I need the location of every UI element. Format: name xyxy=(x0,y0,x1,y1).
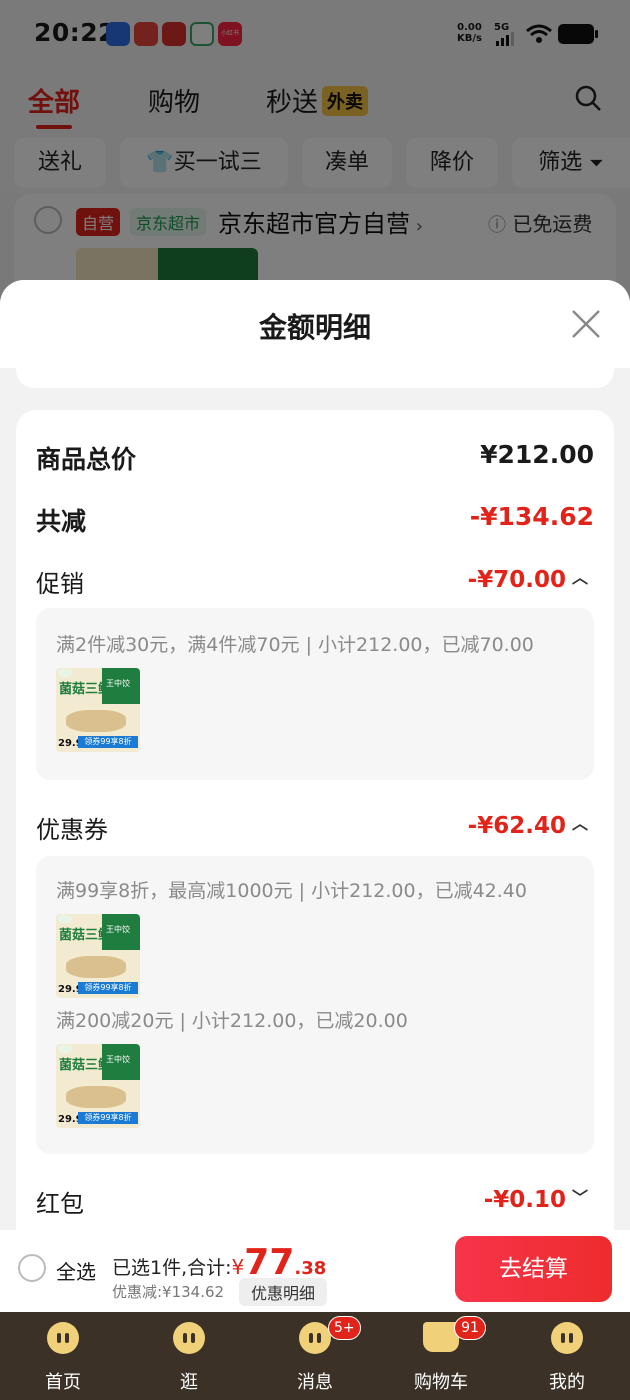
promo-detail: 满2件减30元，满4件减70元 | 小计212.00，已减70.00 菌菇三鲜 … xyxy=(36,608,594,780)
total-amount: 77 xyxy=(244,1242,295,1283)
total-price-value: ¥212.00 xyxy=(480,440,594,469)
coupon-rule: 满200减20元 | 小计212.00，已减20.00 xyxy=(56,1010,408,1032)
total-reduce-label: 共减 xyxy=(36,507,87,536)
sheet-header: 金额明细 xyxy=(0,280,630,368)
message-icon xyxy=(299,1322,331,1354)
coupon-rule: 满99享8折，最高减1000元 | 小计212.00，已减42.40 xyxy=(56,880,527,902)
checkout-button[interactable]: 去结算 xyxy=(455,1236,612,1302)
brand-logo xyxy=(58,669,72,677)
chevron-down-icon: ﹀ xyxy=(571,1188,588,1207)
product-thumbnail[interactable]: 菌菇三鲜 王中饺 29.9 领券99享8折 xyxy=(56,1044,140,1128)
previous-card-edge xyxy=(16,368,614,388)
amount-card: 商品总价 ¥212.00 共减 -¥134.62 促销 -¥70.00 ︿ 满2件… xyxy=(16,410,614,1230)
total-price-label: 商品总价 xyxy=(36,445,137,474)
redpacket-label: 红包 xyxy=(36,1190,84,1218)
promo-rule: 满2件减30元，满4件减70元 | 小计212.00，已减70.00 xyxy=(56,634,534,656)
promo-value[interactable]: -¥70.00 ︿ xyxy=(468,564,588,593)
tab-browse[interactable]: 逛 xyxy=(126,1312,252,1400)
amount-detail-sheet: 金额明细 商品总价 ¥212.00 共减 -¥134.62 促销 -¥70.00… xyxy=(0,280,630,1230)
chevron-up-icon: ︿ xyxy=(571,814,588,833)
discount-detail-button[interactable]: 优惠明细 xyxy=(239,1278,328,1306)
discount-summary: 优惠减:¥134.62 xyxy=(112,1283,225,1301)
cart-badge: 91 xyxy=(454,1316,486,1340)
select-all-label[interactable]: 全选 xyxy=(56,1256,96,1285)
coupon-detail: 满99享8折，最高减1000元 | 小计212.00，已减42.40 菌菇三鲜 … xyxy=(36,856,594,1154)
tab-mine[interactable]: 我的 xyxy=(504,1312,630,1400)
brand-logo xyxy=(58,1045,72,1053)
tab-cart[interactable]: 91 购物车 xyxy=(378,1312,504,1400)
sheet-title: 金额明细 xyxy=(258,311,371,344)
brand-logo xyxy=(58,915,72,923)
profile-icon xyxy=(551,1322,583,1354)
promo-label: 促销 xyxy=(36,570,84,598)
coupon-value[interactable]: -¥62.40 ︿ xyxy=(468,810,588,839)
redpacket-value[interactable]: -¥0.10 ﹀ xyxy=(484,1184,588,1213)
tab-messages[interactable]: 5+ 消息 xyxy=(252,1312,378,1400)
browse-icon xyxy=(173,1322,205,1354)
total-reduce-value: -¥134.62 xyxy=(469,502,594,531)
selected-summary: 已选1件,合计:¥77.38 xyxy=(112,1242,327,1283)
tab-home[interactable]: 首页 xyxy=(0,1312,126,1400)
checkout-bar: 全选 已选1件,合计:¥77.38 优惠减:¥134.62 优惠明细 去结算 xyxy=(0,1230,630,1312)
home-icon xyxy=(47,1322,79,1354)
product-thumbnail[interactable]: 菌菇三鲜 王中饺 29.9 领券99享8折 xyxy=(56,914,140,998)
product-thumbnail[interactable]: 菌菇三鲜 王中饺 29.9 领券99享8折 xyxy=(56,668,140,752)
coupon-label: 优惠券 xyxy=(36,816,108,844)
bottom-tab-bar: 首页 逛 5+ 消息 91 购物车 我的 xyxy=(0,1312,630,1400)
chevron-up-icon: ︿ xyxy=(571,568,588,587)
select-all-radio[interactable] xyxy=(18,1254,46,1282)
close-icon[interactable] xyxy=(570,308,602,340)
message-badge: 5+ xyxy=(328,1316,361,1340)
